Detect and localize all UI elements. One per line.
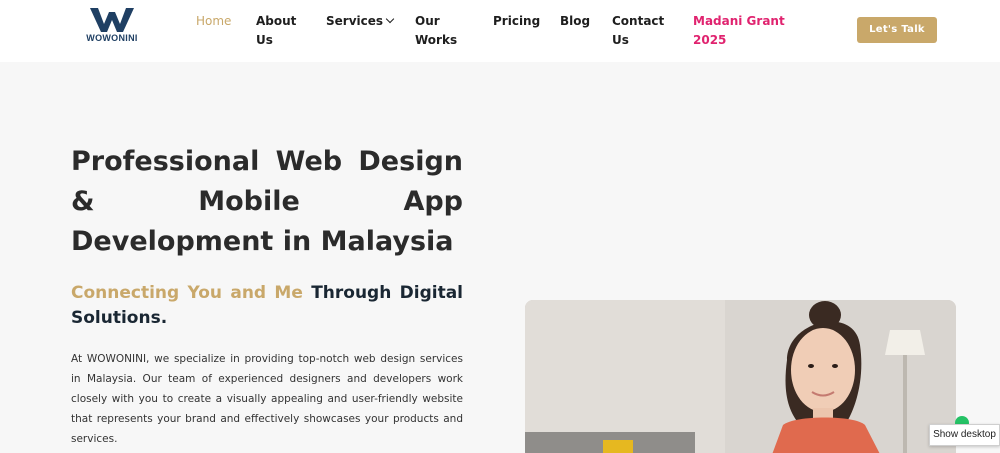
chevron-down-icon <box>385 14 395 24</box>
nav-pricing[interactable]: Pricing <box>493 12 540 31</box>
hero-subtitle: Connecting You and Me Through Digital So… <box>71 281 463 331</box>
w-logo-icon <box>90 8 134 32</box>
hero-description: At WOWONINI, we specialize in providing … <box>71 353 463 445</box>
show-desktop-button[interactable]: Show desktop <box>929 424 1000 446</box>
nav-our-works[interactable]: Our Works <box>415 12 457 50</box>
site-header: WOWONINI Home About Us Services Our Works … <box>0 0 1000 62</box>
nav-home[interactable]: Home <box>196 12 231 31</box>
nav-madani-grant[interactable]: Madani Grant 2025 <box>693 12 785 50</box>
hero-title: Professional Web Design & Mobile App Dev… <box>71 146 463 257</box>
nav-blog[interactable]: Blog <box>560 12 590 31</box>
nav-services[interactable]: Services <box>326 12 395 31</box>
brand-logo[interactable]: WOWONINI <box>80 8 144 48</box>
lets-talk-button[interactable]: Let's Talk <box>857 17 937 43</box>
nav-about-us[interactable]: About Us <box>256 12 296 50</box>
woman-smiling-photo <box>525 300 956 453</box>
brand-name: WOWONINI <box>86 33 138 43</box>
hero-subtitle-highlight: Connecting You and Me <box>71 283 303 303</box>
nav-contact-us[interactable]: Contact Us <box>612 12 664 50</box>
